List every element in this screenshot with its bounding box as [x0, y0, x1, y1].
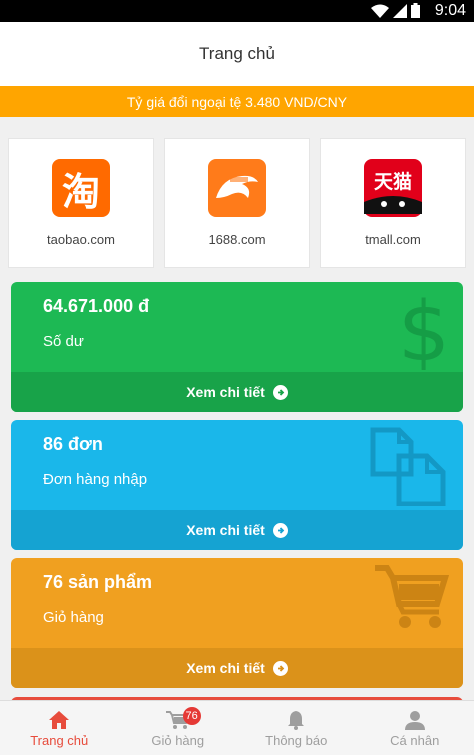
exchange-rate-banner: Tỷ giá đổi ngoại tệ 3.480 VND/CNY: [0, 86, 474, 117]
balance-detail-button[interactable]: Xem chi tiết: [11, 372, 463, 412]
status-time: 9:04: [434, 2, 466, 19]
site-tmall[interactable]: 天猫 tmall.com: [320, 138, 466, 268]
svg-text:$: $: [399, 288, 449, 370]
status-bar: 9:04: [0, 0, 474, 22]
balance-card[interactable]: 64.671.000 đ Số dư $ Xem chi tiết: [11, 282, 463, 412]
cart-badge: 76: [182, 707, 201, 725]
site-shortcuts: 淘 taobao.com 1688.com 天猫 tmall.com: [8, 138, 466, 268]
page-title: Trang chủ: [199, 44, 275, 63]
tab-label: Cá nhân: [390, 733, 440, 748]
site-taobao[interactable]: 淘 taobao.com: [8, 138, 154, 268]
user-icon: [404, 711, 425, 730]
home-icon: [49, 711, 70, 729]
1688-logo-icon: [208, 159, 266, 217]
tmall-logo-icon: 天猫: [364, 159, 422, 217]
detail-label: Xem chi tiết: [186, 384, 265, 400]
dollar-icon: $: [399, 288, 449, 370]
detail-label: Xem chi tiết: [186, 660, 265, 676]
site-label: 1688.com: [208, 232, 266, 247]
exchange-rate-text: Tỷ giá đổi ngoại tệ 3.480 VND/CNY: [126, 93, 348, 110]
tab-cart[interactable]: 76 Giỏ hàng: [119, 701, 238, 755]
tab-label: Giỏ hàng: [151, 733, 205, 748]
copy-icon: [370, 427, 446, 506]
tab-label: Thông báo: [265, 733, 328, 748]
bell-icon: [288, 711, 305, 730]
cart-detail-button[interactable]: Xem chi tiết: [11, 648, 463, 688]
cart-card[interactable]: 76 sản phẩm Giỏ hàng Xem chi tiết: [11, 558, 463, 688]
app-header: Trang chủ: [0, 22, 474, 86]
bottom-tab-bar: Trang chủ 76 Giỏ hàng Thông báo Cá nhân: [0, 700, 474, 755]
detail-label: Xem chi tiết: [186, 522, 265, 538]
site-label: taobao.com: [47, 232, 115, 247]
arrow-right-icon: [272, 384, 288, 400]
site-1688[interactable]: 1688.com: [164, 138, 310, 268]
tab-label: Trang chủ: [30, 733, 89, 748]
arrow-right-icon: [272, 522, 288, 538]
arrow-right-icon: [272, 660, 288, 676]
wifi-icon: [371, 4, 389, 18]
site-label: tmall.com: [365, 232, 421, 247]
cart-icon: [375, 565, 449, 628]
tab-notifications[interactable]: Thông báo: [237, 701, 356, 755]
battery-icon: [411, 3, 420, 18]
tab-profile[interactable]: Cá nhân: [356, 701, 474, 755]
orders-card[interactable]: 86 đơn Đơn hàng nhập Xem chi tiết: [11, 420, 463, 550]
status-icons: [371, 3, 420, 18]
tab-home[interactable]: Trang chủ: [0, 701, 119, 755]
taobao-logo-icon: 淘: [52, 159, 110, 217]
signal-icon: [393, 3, 407, 18]
orders-detail-button[interactable]: Xem chi tiết: [11, 510, 463, 550]
